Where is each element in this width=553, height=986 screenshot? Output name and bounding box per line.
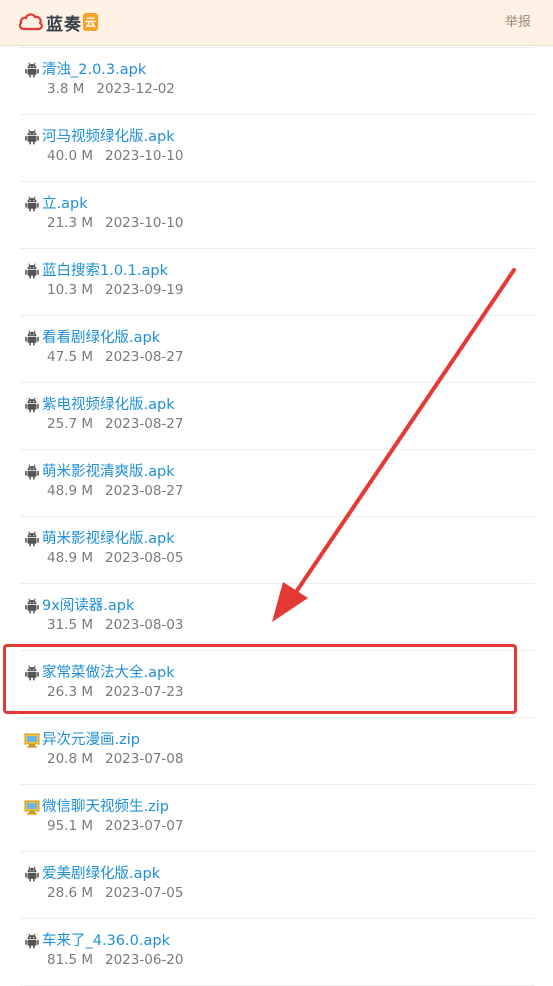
file-name-link[interactable]: 爱美剧绿化版.apk [42,862,160,883]
file-row[interactable]: 清浊_2.0.3.apk 3.8 M 2023-12-02 [20,47,535,115]
file-row[interactable]: 车来了_4.36.0.apk 81.5 M 2023-06-20 [20,918,535,986]
file-size: 21.3 M [47,215,93,231]
file-name-link[interactable]: 车来了_4.36.0.apk [42,929,170,950]
file-meta: 25.7 M 2023-08-27 [47,416,195,432]
file-date: 2023-08-05 [105,550,183,566]
android-icon [24,263,40,279]
cloud-icon [18,12,44,32]
file-size: 10.3 M [47,282,93,298]
logo-text: 蓝奏 [46,10,82,35]
file-meta: 95.1 M 2023-07-07 [47,818,195,834]
file-date: 2023-07-05 [105,885,183,901]
file-date: 2023-08-27 [105,349,183,365]
file-size: 95.1 M [47,818,93,834]
file-name-link[interactable]: 立.apk [42,192,88,213]
file-size: 31.5 M [47,617,93,633]
file-meta: 20.8 M 2023-07-08 [47,751,195,767]
file-meta: 28.6 M 2023-07-05 [47,885,195,901]
file-row[interactable]: 微信聊天视频生.zip 95.1 M 2023-07-07 [20,784,535,852]
file-size: 40.0 M [47,148,93,164]
zip-file-icon [24,799,40,815]
file-date: 2023-12-02 [96,81,174,97]
file-row[interactable]: 紫电视频绿化版.apk 25.7 M 2023-08-27 [20,382,535,450]
android-icon [24,598,40,614]
file-meta: 21.3 M 2023-10-10 [47,215,195,231]
android-icon [24,397,40,413]
file-meta: 31.5 M 2023-08-03 [47,617,195,633]
file-meta: 10.3 M 2023-09-19 [47,282,195,298]
android-icon [24,866,40,882]
file-name-link[interactable]: 清浊_2.0.3.apk [42,58,146,79]
logo-badge: 云 [83,13,98,31]
file-meta: 47.5 M 2023-08-27 [47,349,195,365]
file-date: 2023-08-27 [105,483,183,499]
file-size: 25.7 M [47,416,93,432]
report-link[interactable]: 举报 [505,11,531,30]
file-row[interactable]: 看看剧绿化版.apk 47.5 M 2023-08-27 [20,315,535,383]
android-icon [24,531,40,547]
file-size: 48.9 M [47,550,93,566]
zip-file-icon [24,732,40,748]
file-size: 20.8 M [47,751,93,767]
file-name-link[interactable]: 9x阅读器.apk [42,594,134,615]
file-name-link[interactable]: 蓝白搜索1.0.1.apk [42,259,168,280]
highlight-box [3,644,517,714]
file-row[interactable]: 萌米影视清爽版.apk 48.9 M 2023-08-27 [20,449,535,517]
file-name-link[interactable]: 河马视频绿化版.apk [42,125,175,146]
file-date: 2023-09-19 [105,282,183,298]
android-icon [24,330,40,346]
file-name-link[interactable]: 异次元漫画.zip [42,728,140,749]
file-meta: 48.9 M 2023-08-27 [47,483,195,499]
file-size: 47.5 M [47,349,93,365]
file-date: 2023-08-03 [105,617,183,633]
android-icon [24,933,40,949]
android-icon [24,62,40,78]
file-name-link[interactable]: 萌米影视清爽版.apk [42,460,175,481]
file-meta: 40.0 M 2023-10-10 [47,148,195,164]
file-date: 2023-08-27 [105,416,183,432]
file-meta: 48.9 M 2023-08-05 [47,550,195,566]
file-name-link[interactable]: 看看剧绿化版.apk [42,326,160,347]
file-row[interactable]: 异次元漫画.zip 20.8 M 2023-07-08 [20,717,535,785]
file-row[interactable]: 萌米影视绿化版.apk 48.9 M 2023-08-05 [20,516,535,584]
file-date: 2023-06-20 [105,952,183,968]
file-row[interactable]: 立.apk 21.3 M 2023-10-10 [20,181,535,249]
file-row[interactable]: 蓝白搜索1.0.1.apk 10.3 M 2023-09-19 [20,248,535,316]
file-name-link[interactable]: 紫电视频绿化版.apk [42,393,175,414]
file-row[interactable]: 河马视频绿化版.apk 40.0 M 2023-10-10 [20,114,535,182]
file-date: 2023-07-08 [105,751,183,767]
file-name-link[interactable]: 萌米影视绿化版.apk [42,527,175,548]
file-size: 81.5 M [47,952,93,968]
file-name-link[interactable]: 微信聊天视频生.zip [42,795,169,816]
android-icon [24,129,40,145]
file-size: 48.9 M [47,483,93,499]
file-row[interactable]: 爱美剧绿化版.apk 28.6 M 2023-07-05 [20,851,535,919]
android-icon [24,464,40,480]
file-date: 2023-10-10 [105,215,183,231]
file-row[interactable]: 9x阅读器.apk 31.5 M 2023-08-03 [20,583,535,651]
top-bar: 蓝奏 云 举报 [0,0,553,46]
file-size: 28.6 M [47,885,93,901]
file-meta: 3.8 M 2023-12-02 [47,81,187,97]
android-icon [24,196,40,212]
file-date: 2023-10-10 [105,148,183,164]
file-size: 3.8 M [47,81,84,97]
file-meta: 81.5 M 2023-06-20 [47,952,195,968]
lanzou-logo[interactable]: 蓝奏 云 [18,10,98,34]
file-date: 2023-07-07 [105,818,183,834]
